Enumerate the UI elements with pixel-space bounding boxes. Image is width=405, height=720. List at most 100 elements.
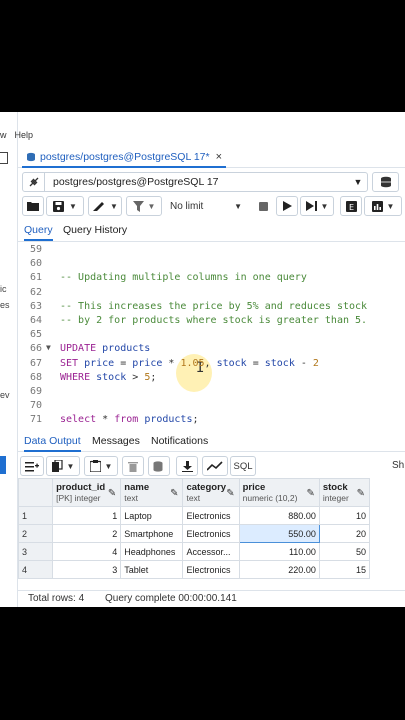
line-chart-icon <box>207 461 223 471</box>
column-header[interactable]: price numeric (10,2) ✎ <box>238 478 320 507</box>
copy-button[interactable]: ▼ <box>46 456 80 476</box>
table-cell[interactable]: 2 <box>52 524 122 543</box>
close-icon[interactable]: × <box>216 151 222 163</box>
table-cell[interactable]: 110.00 <box>238 542 320 561</box>
open-file-button[interactable] <box>22 196 44 216</box>
explain-button[interactable]: E <box>340 196 362 216</box>
chevron-down-icon: ▼ <box>353 177 363 187</box>
code-line[interactable]: 68 WHERE stock > 5; <box>18 372 405 386</box>
line-number: 61 <box>29 272 42 284</box>
pencil-icon[interactable]: ✎ <box>108 488 116 499</box>
row-number[interactable]: 1 <box>17 506 54 525</box>
paste-button[interactable]: ▼ <box>84 456 118 476</box>
table-cell[interactable]: 1 <box>52 506 122 525</box>
tab-query[interactable]: Query <box>24 224 53 241</box>
table-cell[interactable]: 220.00 <box>238 560 320 579</box>
filter-button[interactable]: ▼ <box>126 196 162 216</box>
code-text: -- by 2 for products where stock is grea… <box>60 315 367 326</box>
menu-help[interactable]: Help <box>15 130 34 140</box>
column-header[interactable]: product_id [PK] integer ✎ <box>52 478 122 507</box>
delete-row-button[interactable] <box>122 456 144 476</box>
pencil-icon <box>93 202 105 211</box>
code-line[interactable]: 64 -- by 2 for products where stock is gr… <box>18 315 405 329</box>
add-row-button[interactable] <box>20 456 44 476</box>
code-line[interactable]: 67 SET price = price * 1.05, stock = stoc… <box>18 358 405 372</box>
results-grid[interactable]: product_id [PK] integer ✎ name text ✎ category… <box>17 478 371 579</box>
connection-select[interactable]: postgres/postgres@PostgreSQL 17 ▼ <box>22 172 368 192</box>
code-line[interactable]: 63 -- This increases the price by 5% and … <box>18 301 405 315</box>
table-cell[interactable]: Electronics <box>182 506 240 525</box>
table-cell[interactable]: Accessor... <box>182 542 240 561</box>
save-data-button[interactable] <box>148 456 170 476</box>
table-cell[interactable]: 880.00 <box>238 506 320 525</box>
analyze-button[interactable]: ▼ <box>364 196 402 216</box>
tab-messages[interactable]: Messages <box>92 435 140 447</box>
row-number[interactable]: 3 <box>17 542 54 561</box>
pencil-icon[interactable]: ✎ <box>357 488 365 499</box>
table-cell[interactable]: Electronics <box>182 560 240 579</box>
limit-select[interactable]: No limit ▼ <box>166 196 246 216</box>
plug-icon <box>23 173 45 191</box>
graph-button[interactable] <box>202 456 228 476</box>
total-rows: Total rows: 4 <box>28 593 85 604</box>
pencil-icon[interactable]: ✎ <box>226 488 234 499</box>
column-header[interactable]: stock integer ✎ <box>318 478 371 507</box>
table-cell[interactable]: Electronics <box>182 524 240 543</box>
table-row[interactable]: 4 3 Tablet Electronics 220.00 15 <box>17 560 371 579</box>
table-cell[interactable]: Smartphone <box>120 524 184 543</box>
tab-data-output[interactable]: Data Output <box>24 435 81 452</box>
panel-icon[interactable] <box>0 152 8 164</box>
table-row[interactable]: 2 2 Smartphone Electronics 550.00 20 <box>17 524 371 543</box>
fold-chevron-icon[interactable]: ▼ <box>46 343 51 352</box>
database-stack-button[interactable] <box>372 172 399 192</box>
table-cell[interactable]: 4 <box>52 542 122 561</box>
line-number: 64 <box>29 315 42 326</box>
table-cell[interactable]: 20 <box>318 524 371 543</box>
line-number: 62 <box>29 286 42 298</box>
table-row[interactable]: 1 1 Laptop Electronics 880.00 10 <box>17 506 371 525</box>
database-stack-icon <box>380 176 391 188</box>
table-cell[interactable]: 10 <box>318 506 371 525</box>
pencil-icon[interactable]: ✎ <box>170 488 178 499</box>
save-button[interactable]: ▼ <box>46 196 84 216</box>
code-line[interactable]: 70 <box>18 400 405 414</box>
code-line[interactable]: 59 <box>18 244 405 258</box>
sql-button[interactable]: SQL <box>230 456 256 476</box>
code-line[interactable]: 60 <box>18 258 405 272</box>
table-cell[interactable]: Tablet <box>120 560 184 579</box>
stop-button[interactable] <box>252 196 274 216</box>
tab-query-editor[interactable]: postgres/postgres@PostgreSQL 17* × <box>22 148 227 168</box>
table-cell[interactable]: Headphones <box>120 542 184 561</box>
grid-corner[interactable] <box>17 478 54 507</box>
tab-query-history[interactable]: Query History <box>63 224 127 236</box>
tab-notifications[interactable]: Notifications <box>151 435 208 447</box>
connection-label: postgres/postgres@PostgreSQL 17 <box>53 176 219 188</box>
table-cell[interactable]: Laptop <box>120 506 184 525</box>
code-line[interactable]: 62 <box>18 287 405 301</box>
code-token: WHERE <box>60 371 91 383</box>
code-token: -- This increases the price by 5% and re… <box>60 300 368 312</box>
code-line[interactable]: 66 ▼ UPDATE products <box>18 343 405 357</box>
execute-button[interactable] <box>276 196 298 216</box>
edit-button[interactable]: ▼ <box>88 196 122 216</box>
code-line[interactable]: 61 -- Updating multiple columns in one qu… <box>18 272 405 286</box>
table-cell[interactable]: 50 <box>318 542 371 561</box>
table-cell[interactable]: 3 <box>52 560 122 579</box>
column-header[interactable]: category text ✎ <box>182 478 240 507</box>
sql-editor[interactable]: I 59 60 61 -- Updating multiple columns in … <box>18 242 405 430</box>
code-line[interactable]: 69 <box>18 386 405 400</box>
pencil-icon[interactable]: ✎ <box>306 488 314 499</box>
download-button[interactable] <box>176 456 198 476</box>
code-line[interactable]: 71 select * from products; <box>18 414 405 428</box>
row-number[interactable]: 2 <box>17 524 54 543</box>
table-cell[interactable]: 15 <box>318 560 371 579</box>
table-cell[interactable]: 550.00 <box>238 524 320 543</box>
menu-window[interactable]: w <box>0 130 7 140</box>
column-header[interactable]: name text ✎ <box>120 478 184 507</box>
execute-options-button[interactable]: ▼ <box>300 196 334 216</box>
row-number[interactable]: 4 <box>17 560 54 579</box>
code-text: -- Updating multiple columns in one quer… <box>60 272 307 283</box>
code-line[interactable]: 65 <box>18 329 405 343</box>
code-token: stock <box>264 357 295 369</box>
table-row[interactable]: 3 4 Headphones Accessor... 110.00 50 <box>17 542 371 561</box>
